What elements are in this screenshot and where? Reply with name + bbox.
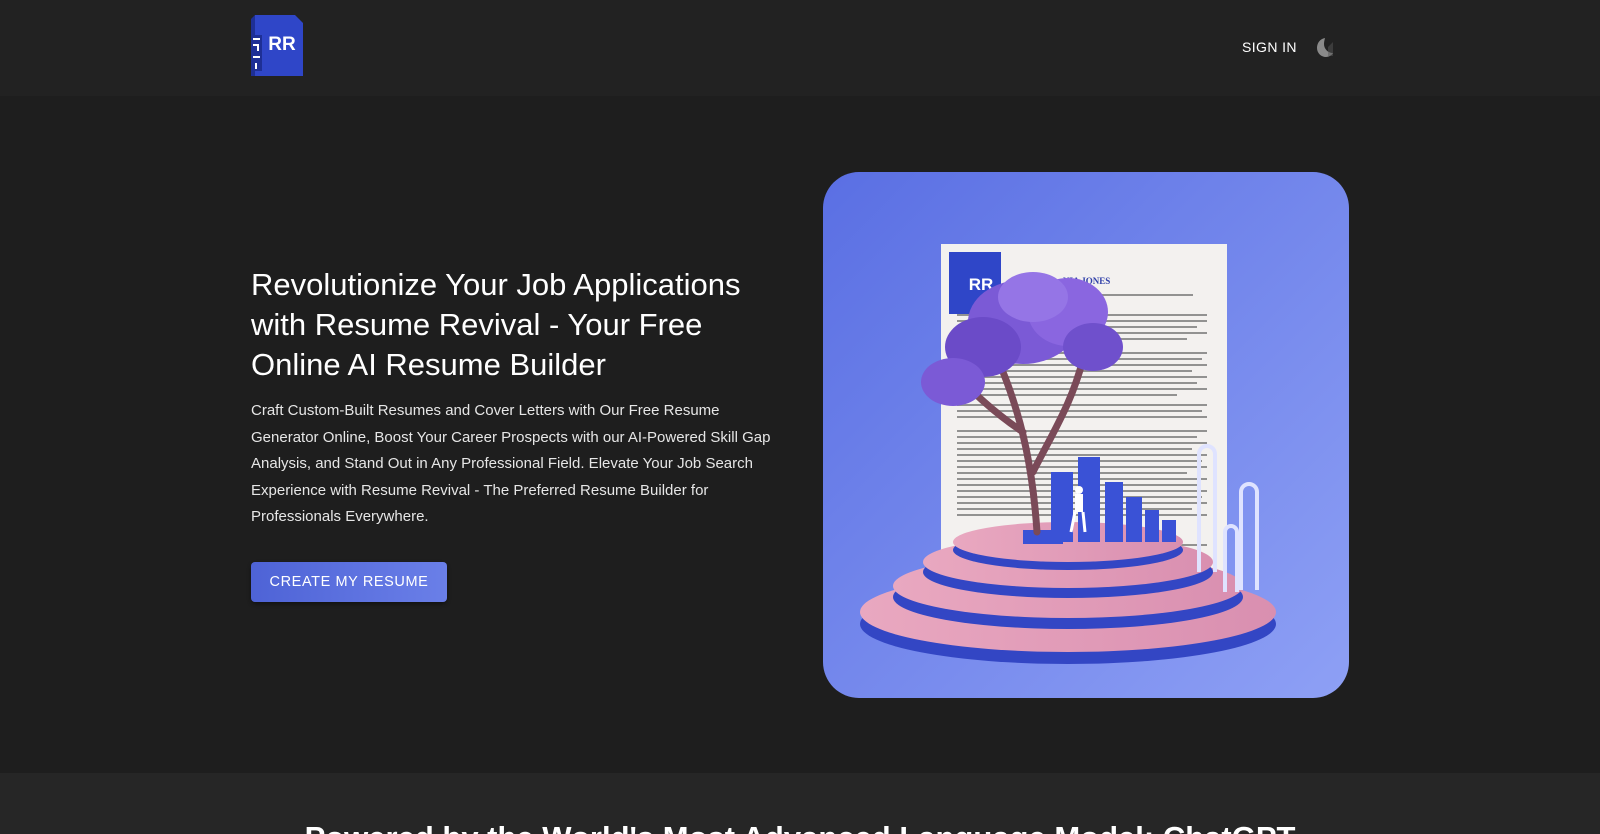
create-resume-button[interactable]: CREATE MY RESUME bbox=[251, 562, 447, 602]
hero-title: Revolutionize Your Job Applications with… bbox=[251, 267, 741, 382]
moon-icon[interactable] bbox=[1312, 36, 1336, 60]
sign-in-link[interactable]: SIGN IN bbox=[1242, 39, 1297, 55]
top-nav-bar: RR SIGN IN bbox=[0, 0, 1600, 96]
hero-illustration: RR NIA JONES bbox=[823, 172, 1349, 698]
features-title: Powered by the World's Most Advanced Lan… bbox=[0, 818, 1600, 834]
svg-text:RR: RR bbox=[268, 34, 296, 55]
resume-revival-logo[interactable]: RR bbox=[251, 15, 303, 76]
hero-illustration-art: RR NIA JONES bbox=[823, 172, 1349, 698]
hero-description: Craft Custom-Built Resumes and Cover Let… bbox=[251, 402, 771, 525]
